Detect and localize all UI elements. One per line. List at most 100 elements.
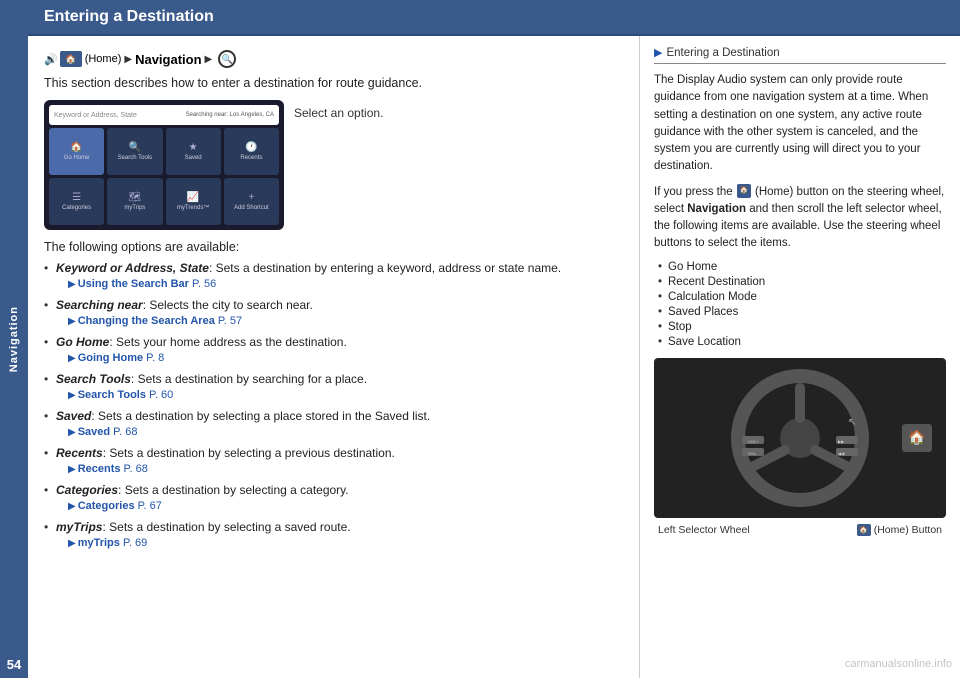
main-content: Entering a Destination 🔊 🏠 (Home) ▶ Navi… <box>28 0 960 678</box>
sidebar-label: Navigation <box>8 306 20 372</box>
option-term: Recents <box>56 446 103 460</box>
recents-label: Recents <box>240 155 262 161</box>
ref-arrow-icon: ▶ <box>68 464 76 475</box>
nav-screenshot: Keyword or Address, State Searching near… <box>44 100 284 230</box>
home-button-inline: 🏠 <box>737 184 751 198</box>
nav-grid: 🏠 Go Home 🔍 Search Tools ★ Saved <box>49 128 279 225</box>
search-icon: 🔍 <box>218 50 236 68</box>
breadcrumb-arrow-2: ▶ <box>205 54 213 65</box>
option-desc: : Sets your home address as the destinat… <box>109 335 346 349</box>
steering-caption: Left Selector Wheel 🏠 (Home) Button <box>654 524 946 536</box>
option-desc: : Sets a destination by selecting a prev… <box>103 446 395 460</box>
option-term: Go Home <box>56 335 109 349</box>
right-list-item-recent-dest: Recent Destination <box>658 276 946 288</box>
caption-home-icon: 🏠 <box>857 524 871 536</box>
list-item: Searching near: Selects the city to sear… <box>44 297 623 329</box>
right-list-item-calc-mode: Calculation Mode <box>658 291 946 303</box>
ref-arrow-icon: ▶ <box>68 316 76 327</box>
search-tools-icon: 🔍 <box>129 142 141 153</box>
svg-text:↖: ↖ <box>848 417 856 428</box>
option-term: Saved <box>56 409 91 423</box>
intro-text: This section describes how to enter a de… <box>44 76 623 90</box>
nav-cell-search-tools: 🔍 Search Tools <box>107 128 162 175</box>
breadcrumb-nav-label: Navigation <box>135 52 201 67</box>
section-arrow-icon: ▶ <box>654 46 662 59</box>
ref-arrow-icon: ▶ <box>68 390 76 401</box>
categories-icon: ☰ <box>72 192 81 203</box>
nav-cell-categories: ☰ Categories <box>49 178 104 225</box>
list-item: Categories: Sets a destination by select… <box>44 482 623 514</box>
home-icon-small: 🏠 <box>739 186 748 197</box>
steering-wheel-svg: VOL+ VOL- ▶▶ ◀◀ ↖ <box>730 368 870 508</box>
option-desc: : Selects the city to search near. <box>143 298 313 312</box>
option-desc: : Sets a destination by entering a keywo… <box>209 261 561 275</box>
right-list-item-go-home: Go Home <box>658 261 946 273</box>
svg-text:◀◀: ◀◀ <box>838 451 845 456</box>
nav-search-bar: Keyword or Address, State Searching near… <box>49 105 279 125</box>
nav-cell-add-shortcut: + Add Shortcut <box>224 178 279 225</box>
add-shortcut-label: Add Shortcut <box>234 205 269 211</box>
option-desc: : Sets a destination by selecting a cate… <box>118 483 349 497</box>
caption-left-text: Left Selector Wheel <box>658 524 750 536</box>
breadcrumb: 🔊 🏠 (Home) ▶ Navigation ▶ 🔍 <box>44 50 623 68</box>
nav-cell-saved: ★ Saved <box>166 128 221 175</box>
right-list-item-stop: Stop <box>658 321 946 333</box>
screenshot-area: Keyword or Address, State Searching near… <box>44 100 623 230</box>
go-home-icon: 🏠 <box>70 142 82 153</box>
mytrips-label: myTrips <box>124 205 145 211</box>
option-ref: ▶Recents P. 68 <box>56 462 623 477</box>
option-desc: : Sets a destination by selecting a plac… <box>91 409 430 423</box>
right-section-title: ▶ Entering a Destination <box>654 46 946 64</box>
ref-bold: Changing the Search Area <box>78 315 215 327</box>
ref-arrow-icon: ▶ <box>68 353 76 364</box>
option-term: Keyword or Address, State <box>56 261 209 275</box>
home-button-box: 🏠 <box>902 424 932 452</box>
ref-arrow-icon: ▶ <box>68 538 76 549</box>
ref-bold: Saved <box>78 426 110 438</box>
breadcrumb-arrow-1: ▶ <box>124 54 132 65</box>
search-tools-label: Search Tools <box>118 155 153 161</box>
mytrends-label: myTrends™ <box>177 205 209 211</box>
list-item: Recents: Sets a destination by selecting… <box>44 445 623 477</box>
ref-bold: Search Tools <box>78 389 146 401</box>
list-item: Search Tools : Sets a destination by sear… <box>44 371 623 403</box>
option-desc: : Sets a destination by searching for a … <box>131 372 367 386</box>
para2-nav: Navigation <box>687 203 746 215</box>
breadcrumb-home-label: (Home) <box>85 53 122 65</box>
nav-screen-inner: Keyword or Address, State Searching near… <box>44 100 284 230</box>
list-item: Saved: Sets a destination by selecting a… <box>44 408 623 440</box>
option-term: Searching near <box>56 298 143 312</box>
caption-right-text: (Home) Button <box>874 524 942 536</box>
list-item: Keyword or Address, State: Sets a destin… <box>44 260 623 292</box>
ref-arrow-icon: ▶ <box>68 501 76 512</box>
home-button-area: 🏠 <box>902 424 932 452</box>
ref-arrow-icon: ▶ <box>68 427 76 438</box>
right-list-item-saved-places: Saved Places <box>658 306 946 318</box>
option-term: Categories <box>56 483 118 497</box>
caption-home-inner: 🏠 <box>859 526 868 534</box>
right-section-title-text: Entering a Destination <box>666 47 779 59</box>
caption-right-item: 🏠 (Home) Button <box>857 524 942 536</box>
select-option-text: Select an option. <box>294 100 383 122</box>
mytrips-icon: 🗺 <box>129 192 142 203</box>
content-body: 🔊 🏠 (Home) ▶ Navigation ▶ 🔍 This section… <box>28 36 960 678</box>
search-near-label: Searching near: Los Angeles, CA <box>186 112 274 118</box>
options-intro: The following options are available: <box>44 240 623 254</box>
nav-cell-go-home: 🏠 Go Home <box>49 128 104 175</box>
mytrends-icon: 📈 <box>187 192 199 203</box>
ref-bold: Using the Search Bar <box>78 278 189 290</box>
ref-bold: myTrips <box>78 537 120 549</box>
para2-before: If you press the <box>654 186 733 198</box>
left-column: 🔊 🏠 (Home) ▶ Navigation ▶ 🔍 This section… <box>28 36 640 678</box>
search-bar-placeholder: Keyword or Address, State <box>54 112 137 119</box>
right-para-1: The Display Audio system can only provid… <box>654 72 946 176</box>
nav-cell-recents: 🕐 Recents <box>224 128 279 175</box>
list-item: myTrips: Sets a destination by selecting… <box>44 519 623 551</box>
option-ref: ▶Saved P. 68 <box>56 425 623 440</box>
list-item: Go Home: Sets your home address as the d… <box>44 334 623 366</box>
nav-cell-mytrips: 🗺 myTrips <box>107 178 162 225</box>
option-ref: ▶Changing the Search Area P. 57 <box>56 314 623 329</box>
option-ref: ▶Going Home P. 8 <box>56 351 623 366</box>
steering-image-area: VOL+ VOL- ▶▶ ◀◀ ↖ 🏠 <box>654 358 946 518</box>
svg-text:VOL+: VOL+ <box>748 439 759 444</box>
